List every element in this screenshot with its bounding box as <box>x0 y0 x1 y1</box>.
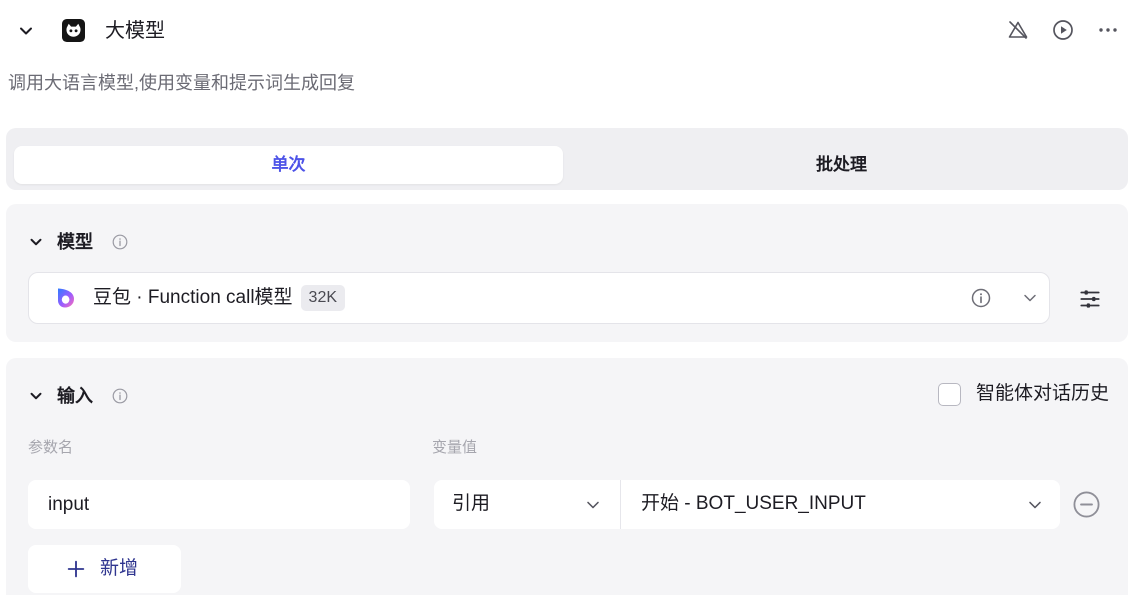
chevron-down-icon <box>1020 288 1040 308</box>
value-type-label: 引用 <box>452 493 491 514</box>
param-name-input[interactable] <box>28 480 410 529</box>
minus-circle-icon[interactable] <box>1072 490 1101 519</box>
bot-avatar-icon <box>62 19 85 42</box>
tab-single[interactable]: 单次 <box>14 146 563 184</box>
variable-reference-label: 开始 - BOT_USER_INPUT <box>641 493 866 514</box>
more-icon[interactable] <box>1096 18 1120 42</box>
chevron-down-icon <box>583 495 603 515</box>
mode-tabs: 单次 批处理 <box>6 128 1128 190</box>
add-input-button[interactable]: 新增 <box>28 545 181 593</box>
node-description: 调用大语言模型,使用变量和提示词生成回复 <box>8 73 355 93</box>
model-collapse-chevron-icon[interactable] <box>27 233 45 251</box>
tab-batch[interactable]: 批处理 <box>563 146 1120 184</box>
variable-value-column-header: 变量值 <box>432 439 478 456</box>
add-input-label: 新增 <box>100 558 139 579</box>
model-info-icon[interactable] <box>971 288 991 308</box>
info-icon <box>112 388 128 404</box>
variable-value-group: 引用 开始 - BOT_USER_INPUT <box>434 480 1060 529</box>
node-title: 大模型 <box>105 20 165 42</box>
model-name: 豆包 · Function call模型 <box>93 287 293 308</box>
model-select[interactable]: 豆包 · Function call模型 32K <box>28 272 1050 324</box>
collapse-chevron-icon[interactable] <box>16 21 36 41</box>
chat-history-checkbox[interactable] <box>937 382 961 406</box>
info-icon <box>112 234 128 250</box>
variable-reference-select[interactable]: 开始 - BOT_USER_INPUT <box>621 480 1060 529</box>
alert-off-icon[interactable] <box>1006 18 1030 42</box>
chat-history-toggle[interactable]: 智能体对话历史 <box>937 381 1109 407</box>
context-length-badge: 32K <box>300 285 346 311</box>
doubao-logo-icon <box>53 286 77 310</box>
sliders-icon[interactable] <box>1077 286 1103 312</box>
input-section-title: 输入 <box>57 386 93 406</box>
model-label-row: 豆包 · Function call模型 32K <box>93 285 346 311</box>
plus-icon <box>65 558 87 580</box>
play-circle-icon[interactable] <box>1051 18 1075 42</box>
chevron-down-icon <box>1025 495 1045 515</box>
value-type-select[interactable]: 引用 <box>434 480 620 529</box>
chat-history-label[interactable]: 智能体对话历史 <box>976 381 1109 407</box>
input-collapse-chevron-icon[interactable] <box>27 387 45 405</box>
param-name-column-header: 参数名 <box>28 439 74 456</box>
model-section-title: 模型 <box>57 232 93 252</box>
